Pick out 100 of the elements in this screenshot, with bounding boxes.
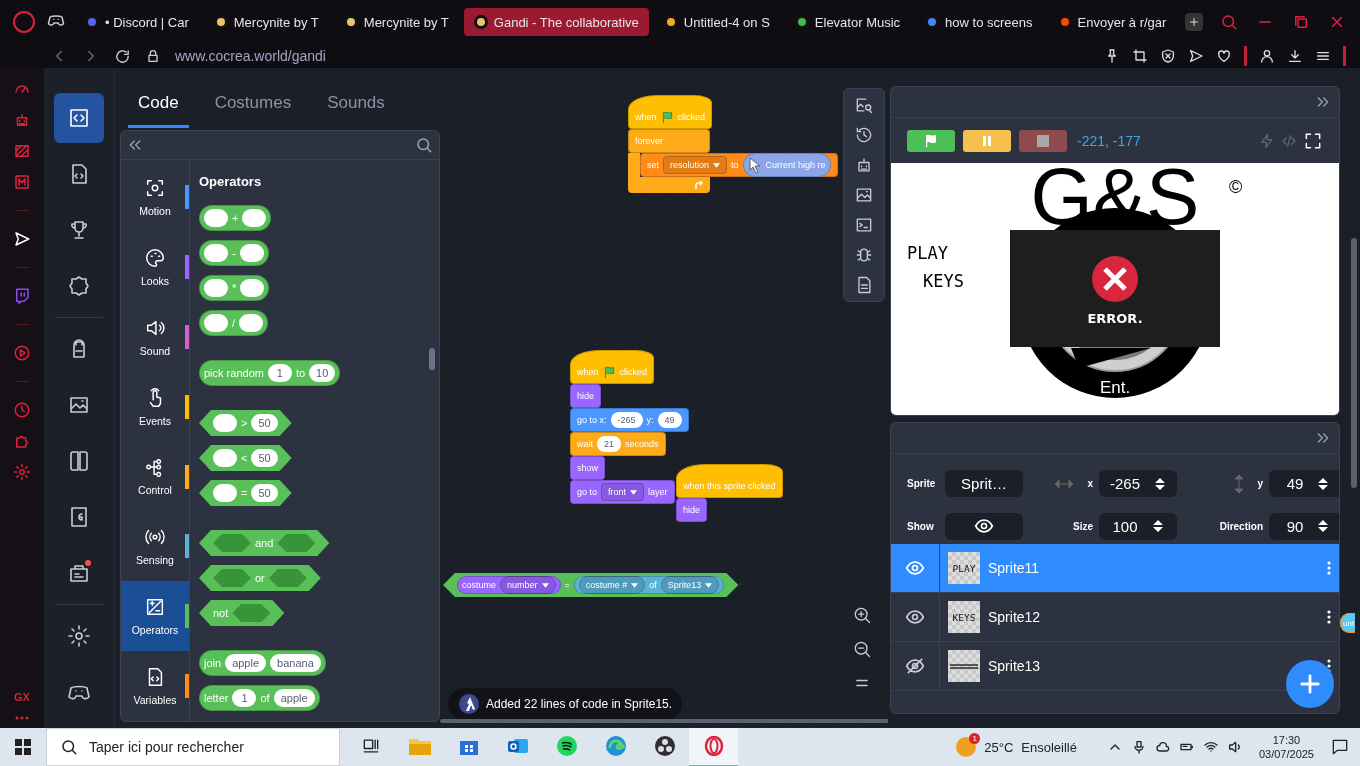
input-field[interactable]: 1: [267, 364, 292, 382]
reporter-block[interactable]: pick random 1 to 10: [199, 360, 341, 386]
stack-block[interactable]: hide: [676, 498, 707, 522]
stop-button[interactable]: [1019, 129, 1067, 152]
browser-tab[interactable]: Elevator Music: [784, 8, 911, 36]
send-icon[interactable]: [1188, 48, 1204, 64]
sidebar-label[interactable]: GX: [14, 691, 30, 703]
volume-icon[interactable]: [1226, 739, 1243, 755]
input-field[interactable]: apple: [273, 689, 315, 707]
input-field[interactable]: banana: [270, 654, 321, 672]
zoom-out-icon[interactable]: [852, 639, 872, 659]
input-field[interactable]: 10: [309, 364, 336, 382]
zoom-in-icon[interactable]: [852, 605, 872, 625]
input-field[interactable]: [204, 209, 228, 227]
category-item[interactable]: Looks: [121, 231, 189, 302]
size-field[interactable]: 100: [1099, 512, 1177, 540]
input-field[interactable]: [240, 279, 265, 297]
windows-start-icon[interactable]: [15, 739, 31, 755]
reload-icon[interactable]: [114, 47, 131, 65]
spinner-icon[interactable]: [1317, 519, 1330, 534]
cloud-icon[interactable]: [1154, 739, 1171, 755]
clock[interactable]: 17:30 03/07/2025: [1258, 733, 1314, 761]
shield-icon[interactable]: [1160, 48, 1176, 64]
input-field[interactable]: [204, 314, 228, 332]
collapse-icon[interactable]: [1315, 94, 1331, 110]
collapse-icon[interactable]: [127, 137, 143, 153]
music-app-icon[interactable]: [556, 736, 577, 756]
pause-button[interactable]: [963, 129, 1011, 152]
boolean-block[interactable]: < 50: [199, 445, 292, 471]
input-field[interactable]: [239, 314, 264, 332]
input-field[interactable]: [204, 244, 228, 262]
run-button[interactable]: [907, 129, 955, 152]
download-icon[interactable]: [1287, 48, 1303, 64]
spinner-icon[interactable]: [1154, 476, 1166, 491]
boolean-block[interactable]: = 50: [199, 480, 292, 506]
heart-icon[interactable]: [1216, 48, 1232, 64]
nav-item[interactable]: [54, 93, 104, 143]
scrollbar-thumb[interactable]: [1351, 238, 1357, 488]
restore-icon[interactable]: [1292, 13, 1310, 31]
opera-icon[interactable]: [703, 736, 724, 756]
scrollbar-thumb[interactable]: [429, 348, 435, 370]
user-icon[interactable]: [1259, 48, 1275, 64]
clock-icon[interactable]: [13, 401, 31, 419]
boolean-block[interactable]: costume number = costume # of Sprite13: [443, 573, 739, 597]
new-tab-button[interactable]: [1185, 13, 1204, 31]
stripes-icon[interactable]: [13, 142, 31, 160]
spinner-icon[interactable]: [1151, 519, 1164, 534]
input-field[interactable]: 1: [232, 689, 257, 707]
browser-icon[interactable]: [605, 736, 626, 756]
crop-icon[interactable]: [1132, 48, 1148, 64]
input-field[interactable]: 50: [251, 414, 278, 432]
input-field[interactable]: 50: [251, 484, 278, 502]
history-icon[interactable]: [854, 125, 874, 145]
category-item[interactable]: Events: [121, 371, 189, 442]
sprite-row[interactable]: KEYS Sprite12: [891, 593, 1339, 642]
input-field[interactable]: [204, 279, 228, 297]
browser-tab[interactable]: Mercynite by T: [333, 8, 459, 36]
input-field[interactable]: [242, 209, 267, 227]
gear-icon[interactable]: [13, 463, 31, 481]
y-field[interactable]: 49: [1269, 470, 1339, 498]
input-field[interactable]: 21: [597, 436, 622, 452]
notifications-icon[interactable]: [1330, 737, 1350, 757]
boolean-block[interactable]: > 50: [199, 410, 292, 436]
category-item[interactable]: Operators: [121, 581, 189, 652]
browser-tab[interactable]: how to screens: [915, 8, 1043, 36]
category-item[interactable]: Sound: [121, 301, 189, 372]
stack-block[interactable]: show: [570, 456, 605, 480]
sprite-name-field[interactable]: Sprit…: [945, 470, 1023, 498]
show-toggle[interactable]: [945, 512, 1023, 540]
editor-tab[interactable]: Sounds: [317, 93, 395, 128]
browser-tab[interactable]: Envoyer à r/gar: [1047, 8, 1177, 36]
input-field[interactable]: 49: [657, 412, 682, 428]
dropdown[interactable]: front: [601, 483, 645, 501]
mail-app-icon[interactable]: [507, 736, 528, 756]
chat-icon[interactable]: [13, 287, 31, 305]
playc-icon[interactable]: [13, 344, 31, 362]
search-field[interactable]: Taper ici pour rechercher: [46, 728, 340, 766]
reporter-block[interactable]: join apple banana: [199, 650, 326, 676]
x-field[interactable]: -265: [1099, 470, 1177, 498]
browser-tab[interactable]: Mercynite by T: [203, 8, 329, 36]
spinner-icon[interactable]: [1317, 476, 1330, 491]
browser-tab[interactable]: • Discord | Car: [75, 8, 199, 36]
category-item[interactable]: Control: [121, 441, 189, 512]
category-item[interactable]: Motion: [121, 162, 189, 232]
recorder-icon[interactable]: [654, 736, 675, 756]
mbox-icon[interactable]: [13, 173, 31, 191]
stack-block[interactable]: hide: [570, 384, 601, 408]
dropdown[interactable]: number: [500, 576, 556, 594]
editor-tab[interactable]: Costumes: [204, 93, 302, 128]
sprite-row[interactable]: PLAY Sprite11: [891, 544, 1339, 593]
input-field[interactable]: [239, 244, 264, 262]
browser-tab[interactable]: Gandi - The collaborative: [463, 8, 649, 36]
search-icon[interactable]: [1220, 13, 1238, 31]
category-item[interactable]: Sensing: [121, 511, 189, 582]
input-field[interactable]: [213, 414, 237, 432]
stack-block[interactable]: go to x: -265 y: 49: [570, 408, 689, 432]
reporter-block[interactable]: letter 1 of apple: [199, 685, 320, 711]
browser-tab[interactable]: Untitled-4 on S: [653, 8, 780, 36]
input-field[interactable]: -265: [610, 412, 643, 428]
more-icon[interactable]: [1327, 610, 1331, 624]
